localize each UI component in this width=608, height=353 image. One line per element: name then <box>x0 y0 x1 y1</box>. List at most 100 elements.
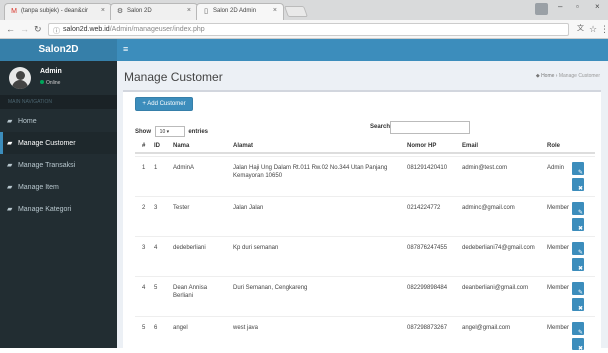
bookmark-star-icon[interactable]: ☆ <box>589 24 597 34</box>
table-row: 4 5 Dean Annisa Berliani Duri Semanan, C… <box>135 276 595 316</box>
url-field[interactable]: ⓘ salon2d.web.id/Admin/manageuser/index.… <box>48 23 569 36</box>
edit-button[interactable]: ✎ <box>572 202 584 216</box>
minimize-icon[interactable]: – <box>558 2 562 11</box>
sidebar-item-manage-kategori[interactable]: ▰ Manage Kategori <box>0 198 117 220</box>
close-tab-icon[interactable]: × <box>101 7 105 14</box>
table-header: # ID Nama Alamat Nomor HP Email Role <box>135 140 595 154</box>
forward-icon[interactable]: → <box>20 24 29 34</box>
cell-no: 3 <box>142 245 146 251</box>
delete-button[interactable]: ✖ <box>572 218 584 232</box>
top-navbar: ≡ <box>117 39 608 61</box>
sidebar-item-label: Manage Kategori <box>17 206 72 213</box>
cell-role: Member <box>547 205 570 211</box>
column-header[interactable]: # <box>142 143 145 149</box>
cell-hp: 087298873267 <box>407 325 448 331</box>
delete-button[interactable]: ✖ <box>572 298 584 312</box>
page-icon: ▯ <box>204 8 208 15</box>
cell-alamat: Jalan Jalan <box>233 205 264 211</box>
column-header[interactable]: Email <box>462 143 478 149</box>
cell-hp: 0214224772 <box>407 205 441 211</box>
edit-button[interactable]: ✎ <box>572 322 584 336</box>
user-status: Online <box>40 80 60 86</box>
edit-button[interactable]: ✎ <box>572 162 584 176</box>
table-row: 2 3 Tester Jalan Jalan 0214224772 adminc… <box>135 196 595 236</box>
maximize-icon[interactable]: ▫ <box>576 2 579 11</box>
hamburger-menu-icon[interactable]: ≡ <box>123 44 128 54</box>
address-bar-row: ← → ↻ ⓘ salon2d.web.id/Admin/manageuser/… <box>0 20 608 39</box>
column-header[interactable]: Alamat <box>233 143 397 149</box>
content-area: Manage Customer ◆ Home › Manage Customer… <box>117 61 608 352</box>
breadcrumb-current: Manage Customer <box>558 73 600 79</box>
delete-button[interactable]: ✖ <box>572 178 584 192</box>
menu-icon: ▰ <box>7 184 13 191</box>
tab-label: Salon 2D <box>127 8 152 14</box>
column-header[interactable]: ID <box>154 143 160 149</box>
reload-icon[interactable]: ↻ <box>34 24 42 34</box>
browser-tab-salon2d-admin[interactable]: ▯ Salon 2D Admin × <box>196 3 284 20</box>
menu-icon: ▰ <box>7 162 13 169</box>
sidebar-section-header: MAIN NAVIGATION <box>0 95 117 109</box>
gmail-icon: M <box>11 8 17 15</box>
cell-role: Member <box>547 245 570 251</box>
customer-table-box: + Add Customer Show 10 ▾ entries Search:… <box>123 90 601 352</box>
breadcrumb-home[interactable]: Home <box>541 73 554 79</box>
cell-nama: dedeberliani <box>173 245 206 251</box>
cell-id: 3 <box>154 205 158 211</box>
close-icon: ✖ <box>578 186 584 192</box>
entries-select[interactable]: 10 ▾ <box>154 126 185 137</box>
delete-button[interactable]: ✖ <box>572 338 584 352</box>
cell-id: 1 <box>154 165 158 171</box>
tab-label: (tanpa subjek) - dean&cir <box>21 8 89 14</box>
cell-no: 5 <box>142 325 146 331</box>
brand-logo[interactable]: Salon2D <box>0 39 117 61</box>
close-tab-icon[interactable]: × <box>273 7 277 14</box>
edit-icon: ✎ <box>578 250 584 256</box>
page-info-icon[interactable]: ⓘ <box>53 26 60 36</box>
cell-alamat: west java <box>233 325 259 331</box>
close-icon: ✖ <box>578 346 584 352</box>
profile-icon[interactable] <box>535 3 548 15</box>
cell-hp: 087876247455 <box>407 245 448 251</box>
table-row: 5 6 angel west java 087298873267 angel@g… <box>135 316 595 352</box>
menu-icon: ▰ <box>7 140 13 147</box>
close-icon: ✖ <box>578 266 584 272</box>
breadcrumb: ◆ Home › Manage Customer <box>535 73 600 79</box>
cell-email: admin@test.com <box>462 165 508 171</box>
new-tab-button[interactable] <box>283 6 309 17</box>
translate-icon[interactable]: 文 <box>577 24 584 34</box>
dashboard-icon: ◆ <box>535 73 540 79</box>
cell-alamat: Duri Semanan, Cengkareng <box>233 285 308 291</box>
cell-no: 4 <box>142 285 146 291</box>
sidebar-item-manage-customer[interactable]: ▰ Manage Customer <box>0 132 117 154</box>
browser-tab-salon2d[interactable]: ⚙ Salon 2D × <box>110 3 198 20</box>
column-header[interactable]: Role <box>547 143 560 149</box>
browser-menu-icon[interactable]: ⋮ <box>600 24 608 34</box>
delete-button[interactable]: ✖ <box>572 258 584 272</box>
url-domain: salon2d.web.id <box>63 26 110 33</box>
cell-role: Member <box>547 325 570 331</box>
sidebar-item-manage-item[interactable]: ▰ Manage Item <box>0 176 117 198</box>
sidebar: Admin Online MAIN NAVIGATION ▰ Home ▰ Ma… <box>0 61 117 348</box>
table-row: 1 1 AdminA Jalan Haji Ung Dalam Rt.011 R… <box>135 156 595 196</box>
cell-nama: AdminA <box>173 165 195 171</box>
edit-icon: ✎ <box>578 210 584 216</box>
edit-button[interactable]: ✎ <box>572 282 584 296</box>
edit-button[interactable]: ✎ <box>572 242 584 256</box>
user-name: Admin <box>40 68 62 75</box>
browser-tab-gmail[interactable]: M (tanpa subjek) - dean&cir × <box>4 3 112 20</box>
search-input[interactable] <box>390 121 470 134</box>
sidebar-item-home[interactable]: ▰ Home <box>0 110 117 132</box>
cell-email: dedeberliani74@gmail.com <box>462 245 535 251</box>
table-row: 3 4 dedeberliani Kp duri semanan 0878762… <box>135 236 595 276</box>
back-icon[interactable]: ← <box>6 24 15 34</box>
column-header[interactable]: Nama <box>173 143 228 149</box>
close-tab-icon[interactable]: × <box>187 7 191 14</box>
sidebar-item-manage-transaksi[interactable]: ▰ Manage Transaksi <box>0 154 117 176</box>
cell-nama: angel <box>173 325 188 331</box>
edit-icon: ✎ <box>578 330 584 336</box>
menu-icon: ▰ <box>7 118 13 125</box>
close-window-icon[interactable]: × <box>595 2 600 11</box>
cell-id: 6 <box>154 325 158 331</box>
column-header[interactable]: Nomor HP <box>407 143 436 149</box>
add-customer-button[interactable]: + Add Customer <box>135 97 193 111</box>
